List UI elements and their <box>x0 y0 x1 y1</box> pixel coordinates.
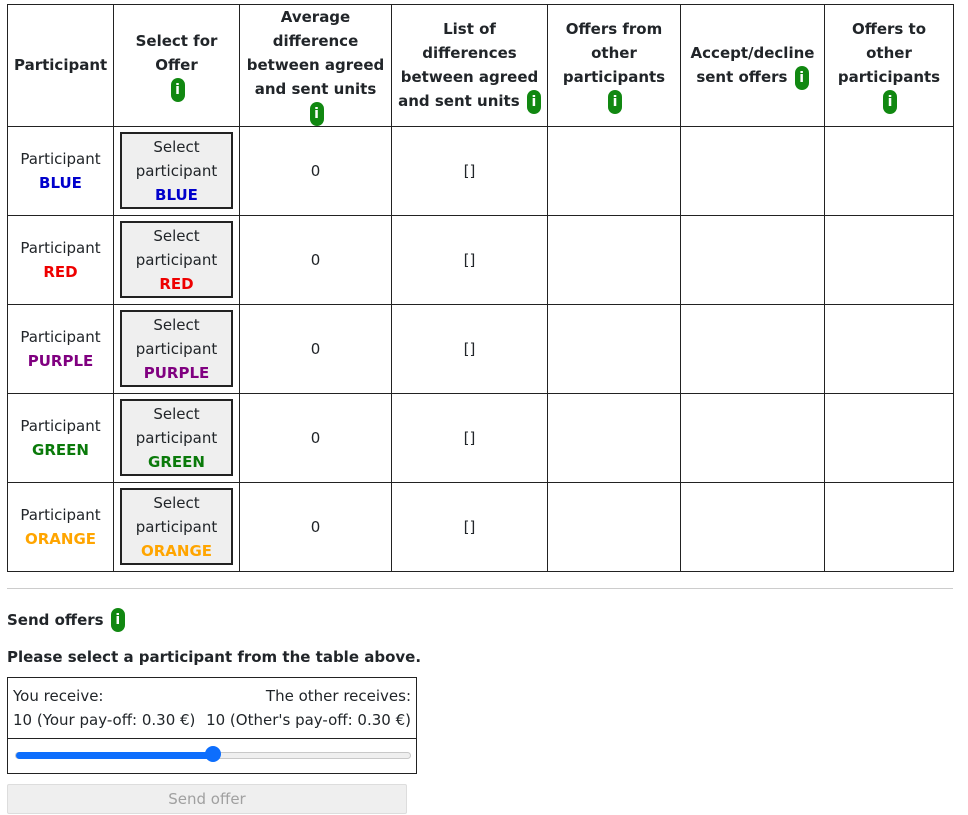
table-row: Participant RED Select participant RED 0[] <box>7 214 954 305</box>
header-accept-decline: Accept/decline sent offers i <box>680 4 825 127</box>
slider-fill <box>16 751 214 759</box>
header-offers-to-others: Offers to other participants i <box>824 4 954 127</box>
participant-color-name: BLUE <box>39 173 82 192</box>
accept-decline-cell <box>680 392 825 483</box>
other-receives-label: The other receives: <box>265 686 411 705</box>
participant-cell: Participant BLUE <box>7 125 114 216</box>
accept-decline-cell <box>680 303 825 394</box>
accept-decline-cell <box>680 125 825 216</box>
participant-prefix: Participant <box>20 149 101 168</box>
participant-color-name: PURPLE <box>27 351 94 370</box>
table-row: Participant GREEN Select participant GREEN 0[… <box>7 392 954 483</box>
offers-from-others-cell <box>547 481 681 572</box>
difference-list-cell: [] <box>391 214 548 305</box>
average-difference-cell: 0 <box>239 392 392 483</box>
offers-to-others-cell <box>824 214 954 305</box>
section-divider <box>7 587 953 589</box>
participants-table: Participant Select for Offer i Average di… <box>7 4 954 572</box>
info-icon[interactable]: i <box>883 89 897 114</box>
offers-from-others-cell <box>547 303 681 394</box>
send-offer-button[interactable]: Send offer <box>7 783 407 814</box>
select-participant-button[interactable]: Select participant GREEN <box>120 399 233 476</box>
participant-color-name: GREEN <box>32 440 89 459</box>
offer-slider[interactable] <box>8 737 416 773</box>
average-difference-cell: 0 <box>239 125 392 216</box>
other-receives-value: 10 (Other's pay-off: 0.30 €) <box>206 710 411 729</box>
info-icon[interactable]: i <box>794 65 809 90</box>
info-icon[interactable]: i <box>309 101 324 126</box>
accept-decline-cell <box>680 214 825 305</box>
header-offers-from-others: Offers from other participants i <box>547 4 681 127</box>
difference-list-cell: [] <box>391 303 548 394</box>
offers-to-others-cell <box>824 125 954 216</box>
participant-prefix: Participant <box>20 327 101 346</box>
info-icon[interactable]: i <box>526 89 541 114</box>
send-offers-heading: Send offers i <box>7 607 961 633</box>
offers-from-others-cell <box>547 125 681 216</box>
select-participant-button[interactable]: Select participant PURPLE <box>120 310 233 387</box>
offers-to-others-cell <box>824 481 954 572</box>
select-button-color-name: BLUE <box>155 186 198 204</box>
you-receive-value: 10 (Your pay-off: 0.30 €) <box>13 710 196 729</box>
accept-decline-cell <box>680 481 825 572</box>
participant-color-name: RED <box>43 262 78 281</box>
offers-from-others-cell <box>547 392 681 483</box>
participant-prefix: Participant <box>20 505 101 524</box>
offers-from-others-cell <box>547 214 681 305</box>
select-button-color-name: PURPLE <box>143 364 210 382</box>
header-participant: Participant <box>7 4 114 127</box>
select-button-color-name: GREEN <box>148 453 205 471</box>
select-participant-prompt: Please select a participant from the tab… <box>7 647 422 666</box>
offer-slider-box: You receive: The other receives: 10 (You… <box>7 676 417 774</box>
select-participant-button[interactable]: Select participant ORANGE <box>120 488 233 565</box>
participant-cell: Participant GREEN <box>7 392 114 483</box>
select-cell: Select participant BLUE <box>113 125 240 216</box>
info-icon[interactable]: i <box>170 77 185 102</box>
difference-list-cell: [] <box>391 481 548 572</box>
table-header-row: Participant Select for Offer i Average di… <box>7 4 954 127</box>
table-row: Participant BLUE Select participant BLUE 0[] <box>7 125 954 216</box>
slider-thumb[interactable] <box>205 745 221 762</box>
participant-cell: Participant ORANGE <box>7 481 114 572</box>
participant-prefix: Participant <box>20 238 101 257</box>
participant-cell: Participant RED <box>7 214 114 305</box>
average-difference-cell: 0 <box>239 481 392 572</box>
participant-cell: Participant PURPLE <box>7 303 114 394</box>
select-cell: Select participant ORANGE <box>113 481 240 572</box>
select-cell: Select participant RED <box>113 214 240 305</box>
select-participant-button[interactable]: Select participant BLUE <box>120 132 233 209</box>
offers-to-others-cell <box>824 303 954 394</box>
select-button-color-name: RED <box>159 275 194 293</box>
header-average-difference: Average difference between agreed and se… <box>239 4 392 127</box>
select-participant-button[interactable]: Select participant RED <box>120 221 233 298</box>
select-cell: Select participant GREEN <box>113 392 240 483</box>
header-select-for-offer: Select for Offer i <box>113 4 240 127</box>
difference-list-cell: [] <box>391 125 548 216</box>
participant-color-name: ORANGE <box>24 529 97 548</box>
offers-to-others-cell <box>824 392 954 483</box>
info-icon[interactable]: i <box>608 89 622 114</box>
difference-list-cell: [] <box>391 392 548 483</box>
average-difference-cell: 0 <box>239 303 392 394</box>
info-icon[interactable]: i <box>110 608 125 632</box>
you-receive-label: You receive: <box>13 686 104 705</box>
table-row: Participant ORANGE Select participant ORANGE… <box>7 481 954 572</box>
table-row: Participant PURPLE Select participant PURPLE… <box>7 303 954 394</box>
select-cell: Select participant PURPLE <box>113 303 240 394</box>
select-button-color-name: ORANGE <box>140 542 213 560</box>
header-list-of-differences: List of differences between agreed and s… <box>391 4 548 127</box>
participant-prefix: Participant <box>20 416 101 435</box>
average-difference-cell: 0 <box>239 214 392 305</box>
